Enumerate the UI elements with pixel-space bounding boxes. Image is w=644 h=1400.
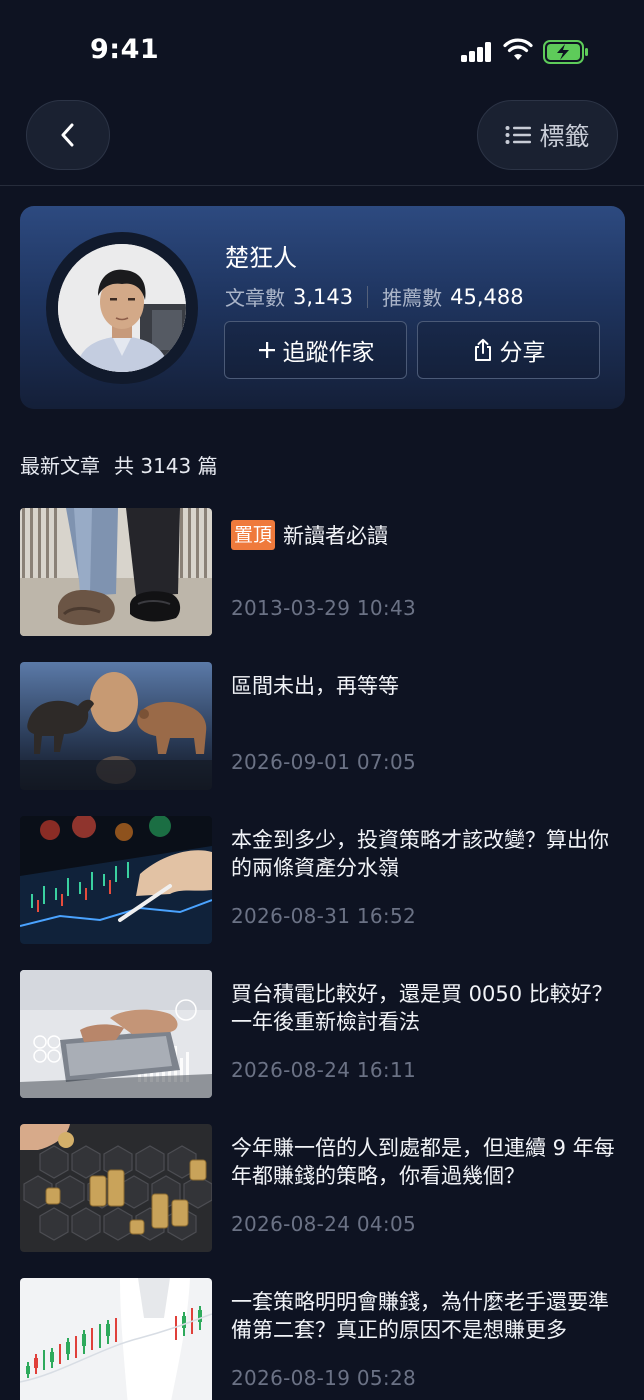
follow-label: 追蹤作家 [282, 340, 375, 366]
article-title: 本金到多少，投資策略才該改變？算出你的兩條資產分水嶺 [231, 828, 609, 880]
article-thumbnail-candlestick [20, 1278, 212, 1400]
article-date: 2026-08-24 04:05 [231, 1212, 417, 1236]
article-title: 一套策略明明會賺錢，為什麼老手還要準備第二套？真正的原因不是想賺更多 [231, 1290, 609, 1342]
article-thumbnail-coin-stacks [20, 1124, 212, 1252]
article-item[interactable]: 一套策略明明會賺錢，為什麼老手還要準備第二套？真正的原因不是想賺更多 2026-… [20, 1278, 624, 1400]
follow-author-button[interactable]: 追蹤作家 [224, 321, 407, 379]
article-title: 今年賺一倍的人到處都是，但連續 9 年每年都賺錢的策略，你看過幾個？ [231, 1136, 615, 1188]
article-title: 新讀者必讀 [283, 524, 389, 548]
avatar-frame [46, 232, 198, 384]
latest-articles-title: 最新文章 [20, 454, 100, 478]
battery-charging-icon [543, 40, 588, 64]
article-item[interactable]: 今年賺一倍的人到處都是，但連續 9 年每年都賺錢的策略，你看過幾個？ 2026-… [20, 1124, 624, 1252]
article-item[interactable]: 置頂 新讀者必讀 2013-03-29 10:43 [20, 508, 624, 636]
tags-button[interactable]: 標籤 [477, 100, 618, 170]
share-label: 分享 [499, 340, 546, 366]
author-stats: 文章數 3,143 推薦數 45,488 [225, 282, 524, 311]
avatar[interactable] [58, 244, 186, 372]
share-button[interactable]: 分享 [417, 321, 600, 379]
recommend-count-label: 推薦數 [382, 286, 443, 310]
article-thumbnail-shoes [20, 508, 212, 636]
back-button[interactable] [26, 100, 110, 170]
articles-count-label: 文章數 [225, 286, 285, 310]
article-item[interactable]: 買台積電比較好，還是買 0050 比較好？一年後重新檢討看法 2026-08-2… [20, 970, 624, 1098]
article-date: 2026-09-01 07:05 [231, 750, 417, 774]
status-time: 9:41 [90, 34, 160, 65]
article-item[interactable]: 本金到多少，投資策略才該改變？算出你的兩條資產分水嶺 2026-08-31 16… [20, 816, 624, 944]
pinned-badge: 置頂 [231, 520, 276, 550]
stats-divider [367, 285, 369, 308]
article-thumbnail-bull-bear [20, 662, 212, 790]
article-date: 2026-08-19 05:28 [231, 1366, 417, 1390]
article-title: 買台積電比較好，還是買 0050 比較好？一年後重新檢討看法 [231, 982, 613, 1034]
share-icon [474, 338, 491, 361]
plus-icon [258, 342, 275, 358]
wifi-icon [503, 38, 533, 60]
author-profile-card: 楚狂人 文章數 3,143 推薦數 45,488 追蹤作家 分享 [20, 206, 625, 409]
articles-total: 共 3143 篇 [114, 454, 218, 478]
author-name: 楚狂人 [225, 244, 297, 272]
article-date: 2026-08-31 16:52 [231, 904, 417, 928]
list-icon [505, 126, 532, 144]
article-thumbnail-stock-tablet [20, 816, 212, 944]
article-thumbnail-laptop-finance [20, 970, 212, 1098]
article-title-row: 置頂 新讀者必讀 [231, 520, 388, 550]
tags-label: 標籤 [539, 122, 590, 151]
chevron-left-icon [61, 123, 74, 147]
author-page: 9:41 標籤 楚狂人 文章數 3,143 推薦數 45,488 追蹤作家 分享… [0, 0, 644, 1400]
articles-count-value: 3,143 [293, 284, 354, 309]
article-item[interactable]: 區間未出，再等等 2026-09-01 07:05 [20, 662, 624, 790]
status-bar: 9:41 [0, 0, 644, 100]
nav-bar: 標籤 [0, 100, 644, 186]
article-title: 區間未出，再等等 [231, 674, 399, 698]
recommend-count-value: 45,488 [450, 284, 524, 309]
article-date: 2026-08-24 16:11 [231, 1058, 417, 1082]
article-date: 2013-03-29 10:43 [231, 596, 417, 620]
latest-articles-header: 最新文章共 3143 篇 [20, 450, 218, 479]
cellular-signal-icon [461, 42, 493, 62]
